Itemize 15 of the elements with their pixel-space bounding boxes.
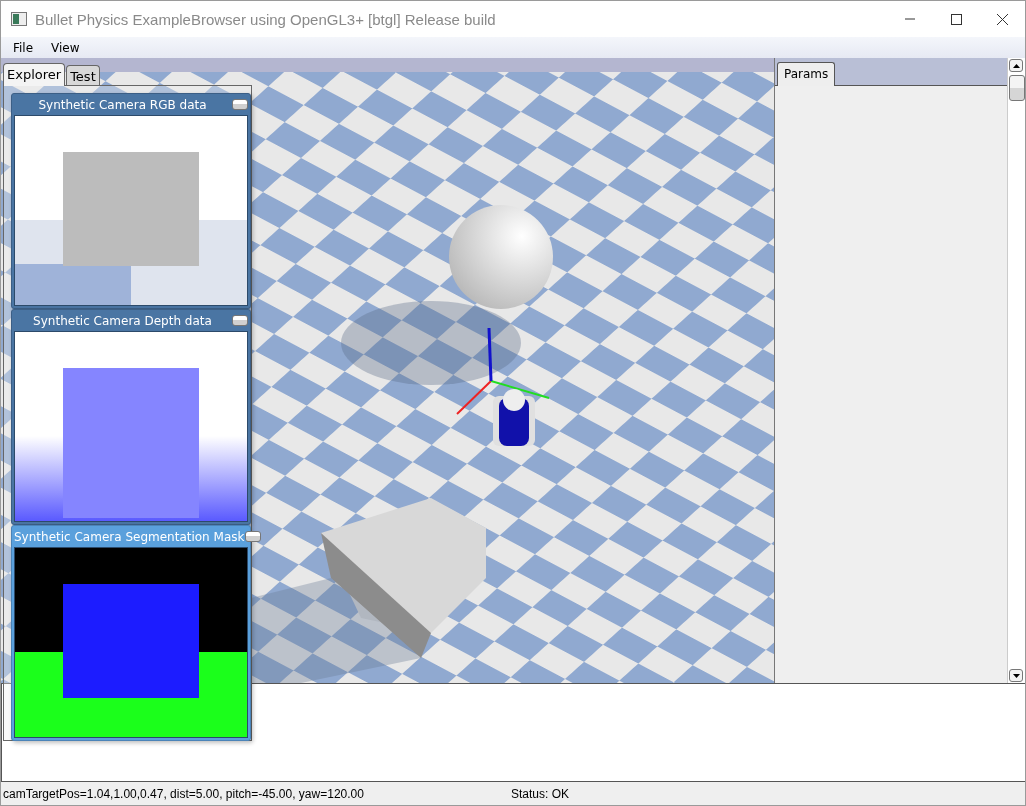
camera-info: camTargetPos=1.04,1.00,0.47, dist=5.00, pitch=-45.00, yaw=120.00 — [2, 786, 365, 801]
scrollbar[interactable] — [1007, 58, 1025, 683]
tab[interactable]: Params — [777, 62, 836, 86]
up-arrow-icon — [1012, 63, 1020, 68]
status-text: Status: OK — [511, 786, 570, 801]
scroll-down-button[interactable] — [1009, 669, 1023, 682]
close-icon — [996, 13, 1008, 25]
scroll-thumb[interactable] — [1009, 75, 1025, 101]
scroll-up-button[interactable] — [1009, 59, 1023, 72]
menu-item[interactable]: View — [45, 40, 86, 55]
menu-item[interactable]: File — [7, 40, 40, 55]
maximize-icon — [950, 13, 962, 25]
down-arrow-icon — [1012, 673, 1020, 678]
app-icon — [11, 12, 27, 26]
window-title: Bullet Physics ExampleBrowser using OpenGL3+ [btgl] Release build — [35, 10, 497, 28]
